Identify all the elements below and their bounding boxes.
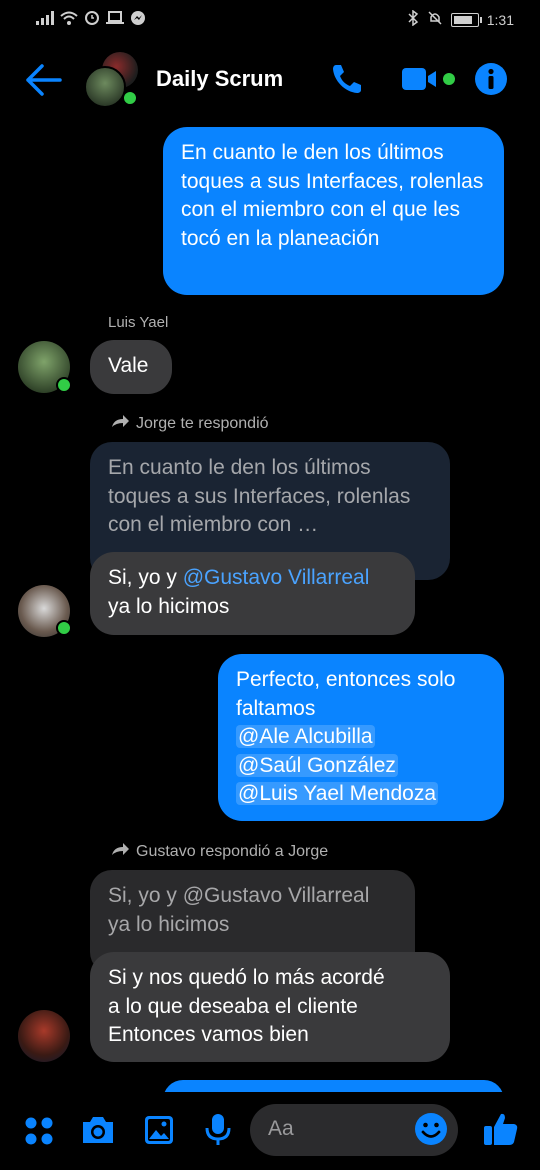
message-text: ya lo hicimos — [108, 594, 230, 618]
reply-arrow-icon — [110, 841, 130, 862]
mention-link[interactable]: @Luis Yael Mendoza — [236, 782, 438, 805]
online-status-dot — [122, 90, 138, 106]
online-status-dot — [56, 377, 72, 393]
alarm-icon — [84, 10, 100, 29]
group-avatar[interactable] — [84, 52, 140, 108]
emoji-icon[interactable] — [414, 1112, 448, 1151]
info-icon[interactable] — [474, 62, 508, 101]
incoming-message[interactable]: Si, yo y @Gustavo Villarreal ya lo hicim… — [90, 552, 415, 635]
messenger-icon — [130, 10, 146, 29]
reply-indicator: Jorge te respondió — [110, 413, 269, 434]
gallery-icon[interactable] — [143, 1114, 175, 1151]
reply-note-text: Gustavo respondió a Jorge — [136, 842, 329, 860]
more-apps-icon[interactable] — [24, 1116, 54, 1151]
reply-arrow-icon — [110, 413, 130, 434]
sender-avatar[interactable] — [18, 1010, 70, 1062]
laptop-icon — [106, 11, 124, 28]
message-input[interactable]: Aa — [250, 1104, 458, 1156]
status-bar: 1:31 — [0, 0, 540, 38]
mute-icon — [427, 10, 443, 29]
camera-icon[interactable] — [80, 1114, 116, 1151]
message-text: Si y nos quedó lo más acordé — [108, 966, 385, 989]
video-call-icon[interactable] — [402, 66, 458, 97]
phone-icon[interactable] — [330, 62, 364, 101]
message-input-placeholder: Aa — [268, 1117, 294, 1140]
message-text: Perfecto, entonces solo faltamos — [236, 668, 456, 720]
quoted-text: ya lo hicimos — [108, 912, 230, 936]
mention-link[interactable]: @Gustavo Villarreal — [183, 566, 370, 589]
clock-time: 1:31 — [486, 11, 514, 28]
wifi-icon — [60, 11, 78, 28]
outgoing-message[interactable]: En cuanto le den los últimos toques a su… — [163, 127, 504, 295]
chat-header: Daily Scrum — [0, 44, 540, 116]
mention-link[interactable]: @Ale Alcubilla — [236, 725, 375, 748]
member-avatar — [84, 66, 126, 108]
reply-indicator: Gustavo respondió a Jorge — [110, 841, 328, 862]
composer-bar: Aa — [0, 1092, 540, 1170]
mention-link[interactable]: @Saúl González — [236, 753, 398, 777]
incoming-message[interactable]: Vale — [90, 340, 172, 394]
online-status-dot — [56, 620, 72, 636]
outgoing-message[interactable]: Perfecto, entonces solo faltamos @Ale Al… — [218, 654, 504, 821]
message-text: a lo que deseaba el cliente — [108, 994, 358, 1018]
chat-title[interactable]: Daily Scrum — [156, 66, 283, 92]
back-arrow-icon[interactable] — [24, 60, 64, 100]
incoming-message[interactable]: Si y nos quedó lo más acordé a lo que de… — [90, 952, 450, 1062]
message-text: Si, yo y — [108, 566, 183, 589]
thumbs-up-icon[interactable] — [482, 1110, 520, 1153]
bluetooth-icon — [407, 9, 419, 29]
battery-icon — [450, 12, 482, 27]
quoted-text: Si, yo y @Gustavo Villarreal — [108, 884, 370, 907]
signal-icon — [36, 11, 54, 28]
sender-name: Luis Yael — [108, 314, 169, 331]
microphone-icon[interactable] — [204, 1112, 232, 1153]
reply-note-text: Jorge te respondió — [136, 414, 269, 432]
message-text: Entonces vamos bien — [108, 1023, 309, 1046]
